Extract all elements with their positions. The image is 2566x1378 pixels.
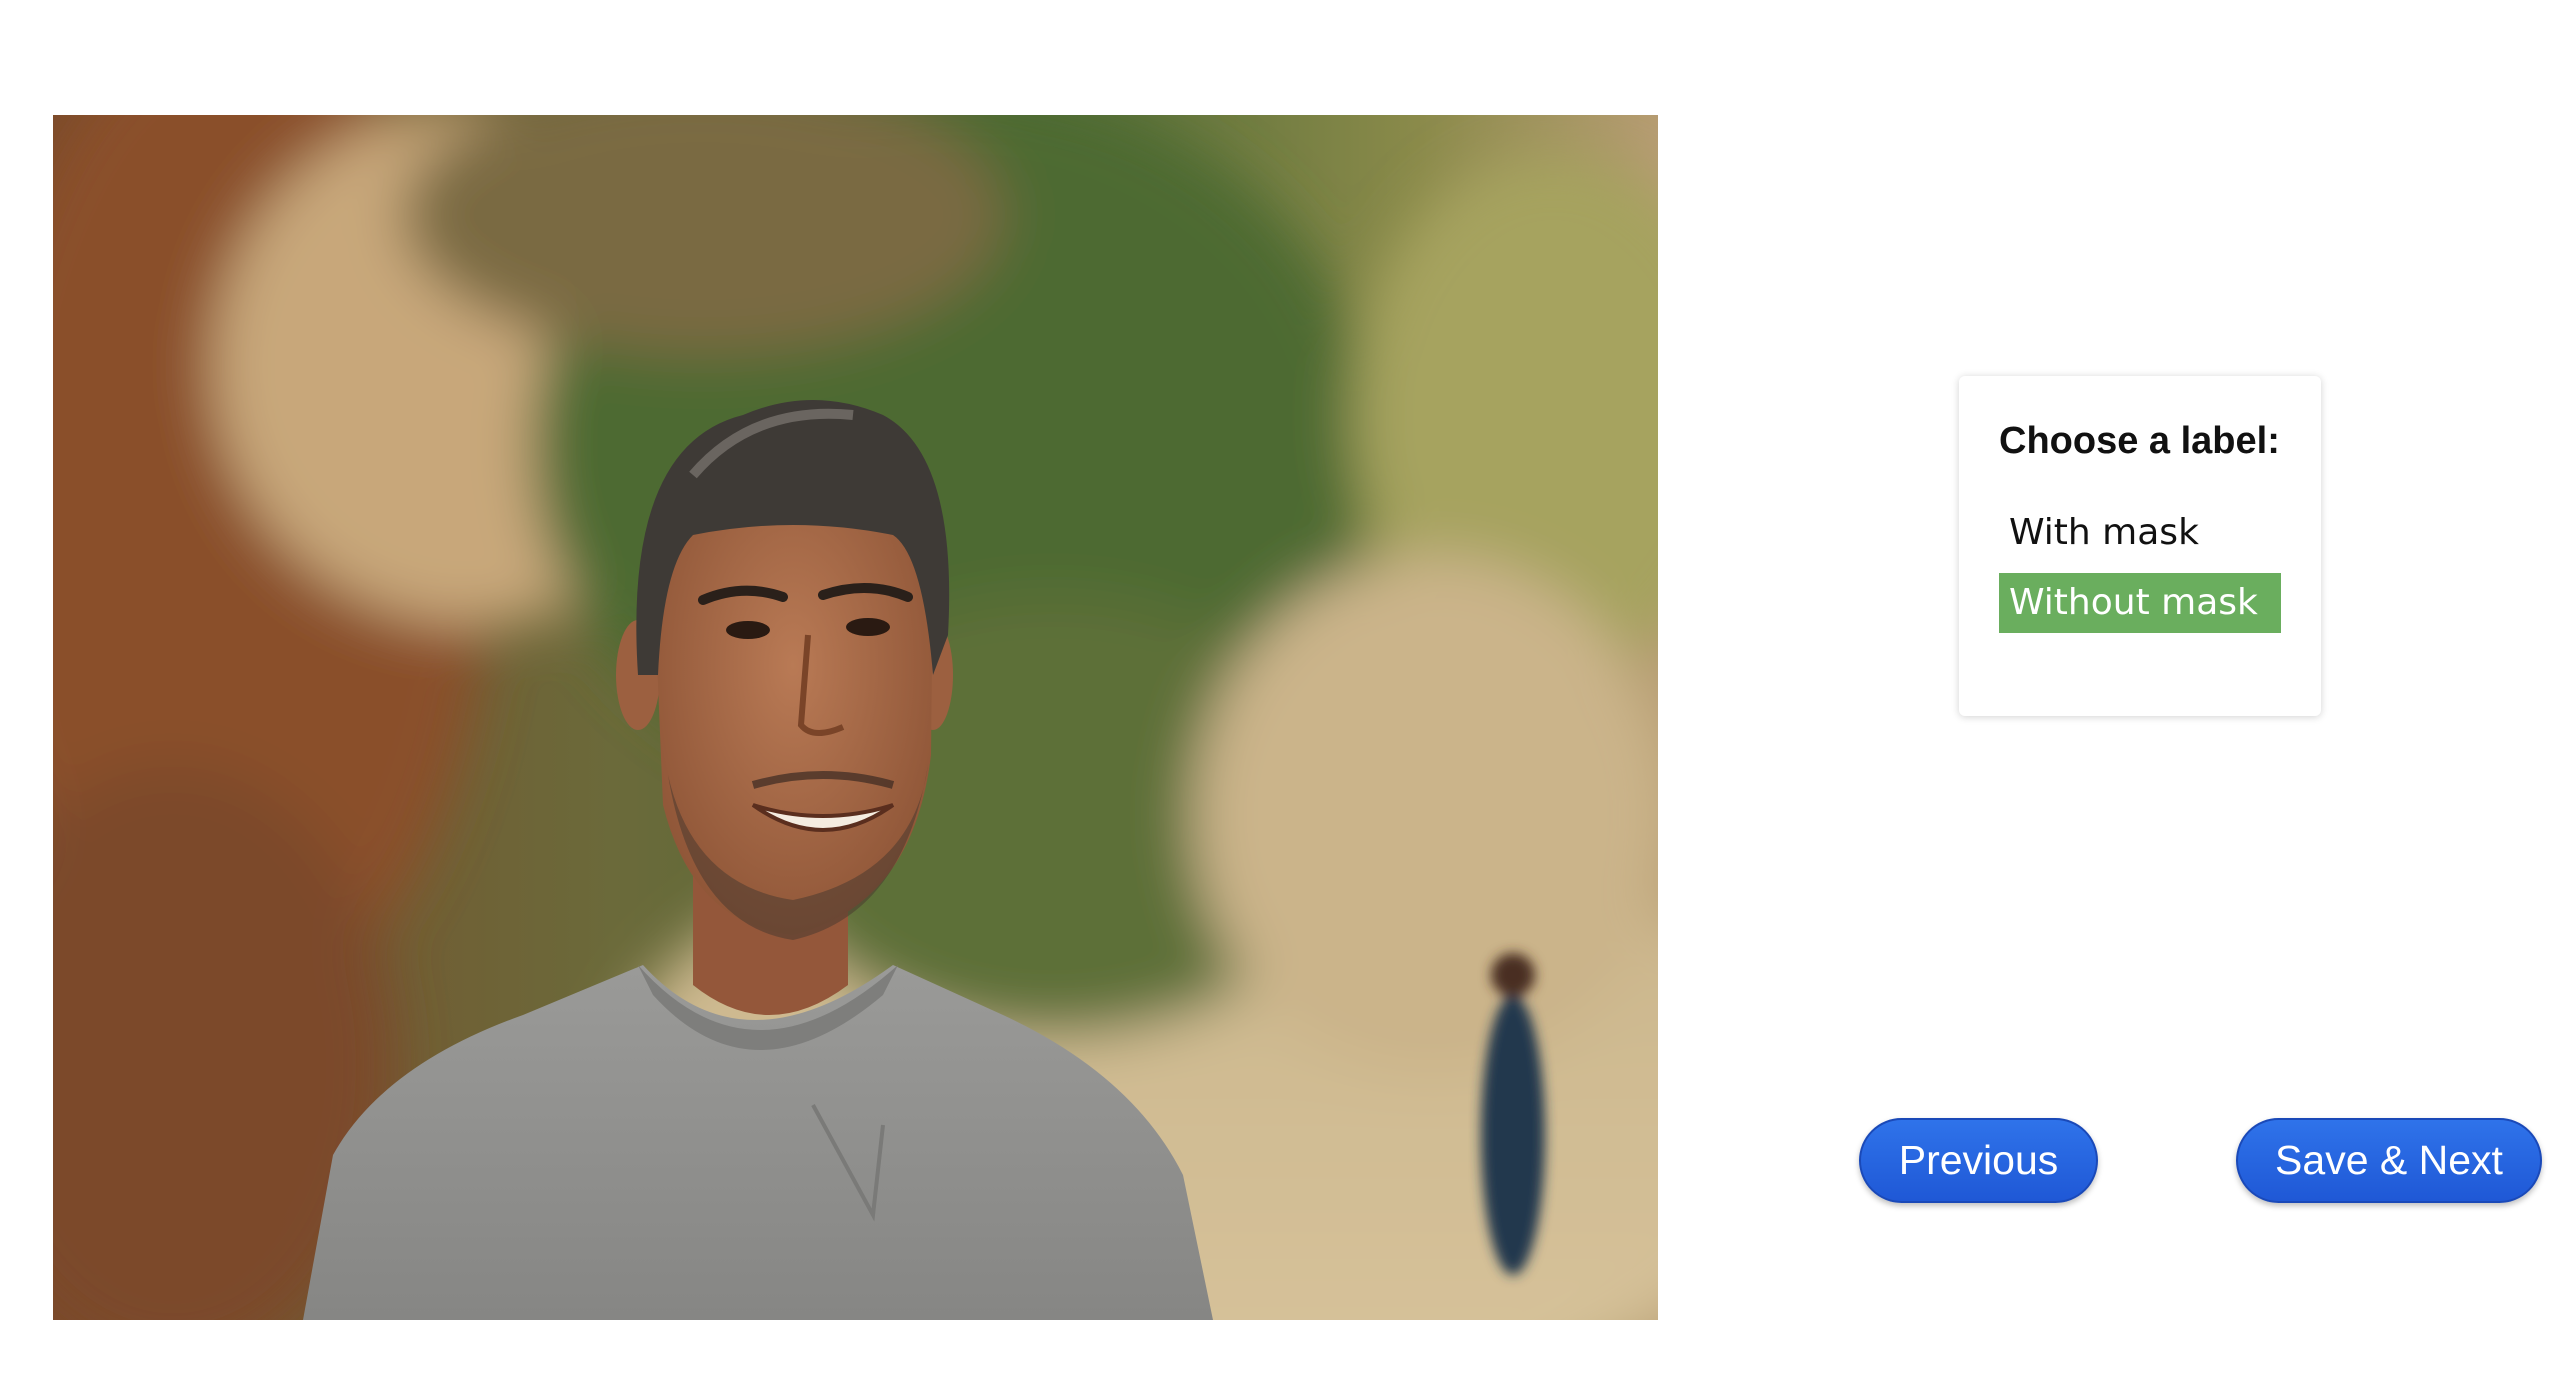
save-next-button[interactable]: Save & Next (2236, 1118, 2542, 1203)
label-panel-title: Choose a label: (1999, 420, 2280, 462)
labeling-page: Choose a label: With mask Without mask P… (0, 0, 2566, 1378)
subject-photo (53, 115, 1658, 1320)
previous-button[interactable]: Previous (1859, 1118, 2098, 1203)
option-with-mask[interactable]: With mask (1999, 503, 2281, 563)
person-photo-icon (53, 115, 1658, 1320)
label-panel: Choose a label: With mask Without mask (1959, 376, 2321, 716)
option-without-mask[interactable]: Without mask (1999, 573, 2281, 633)
